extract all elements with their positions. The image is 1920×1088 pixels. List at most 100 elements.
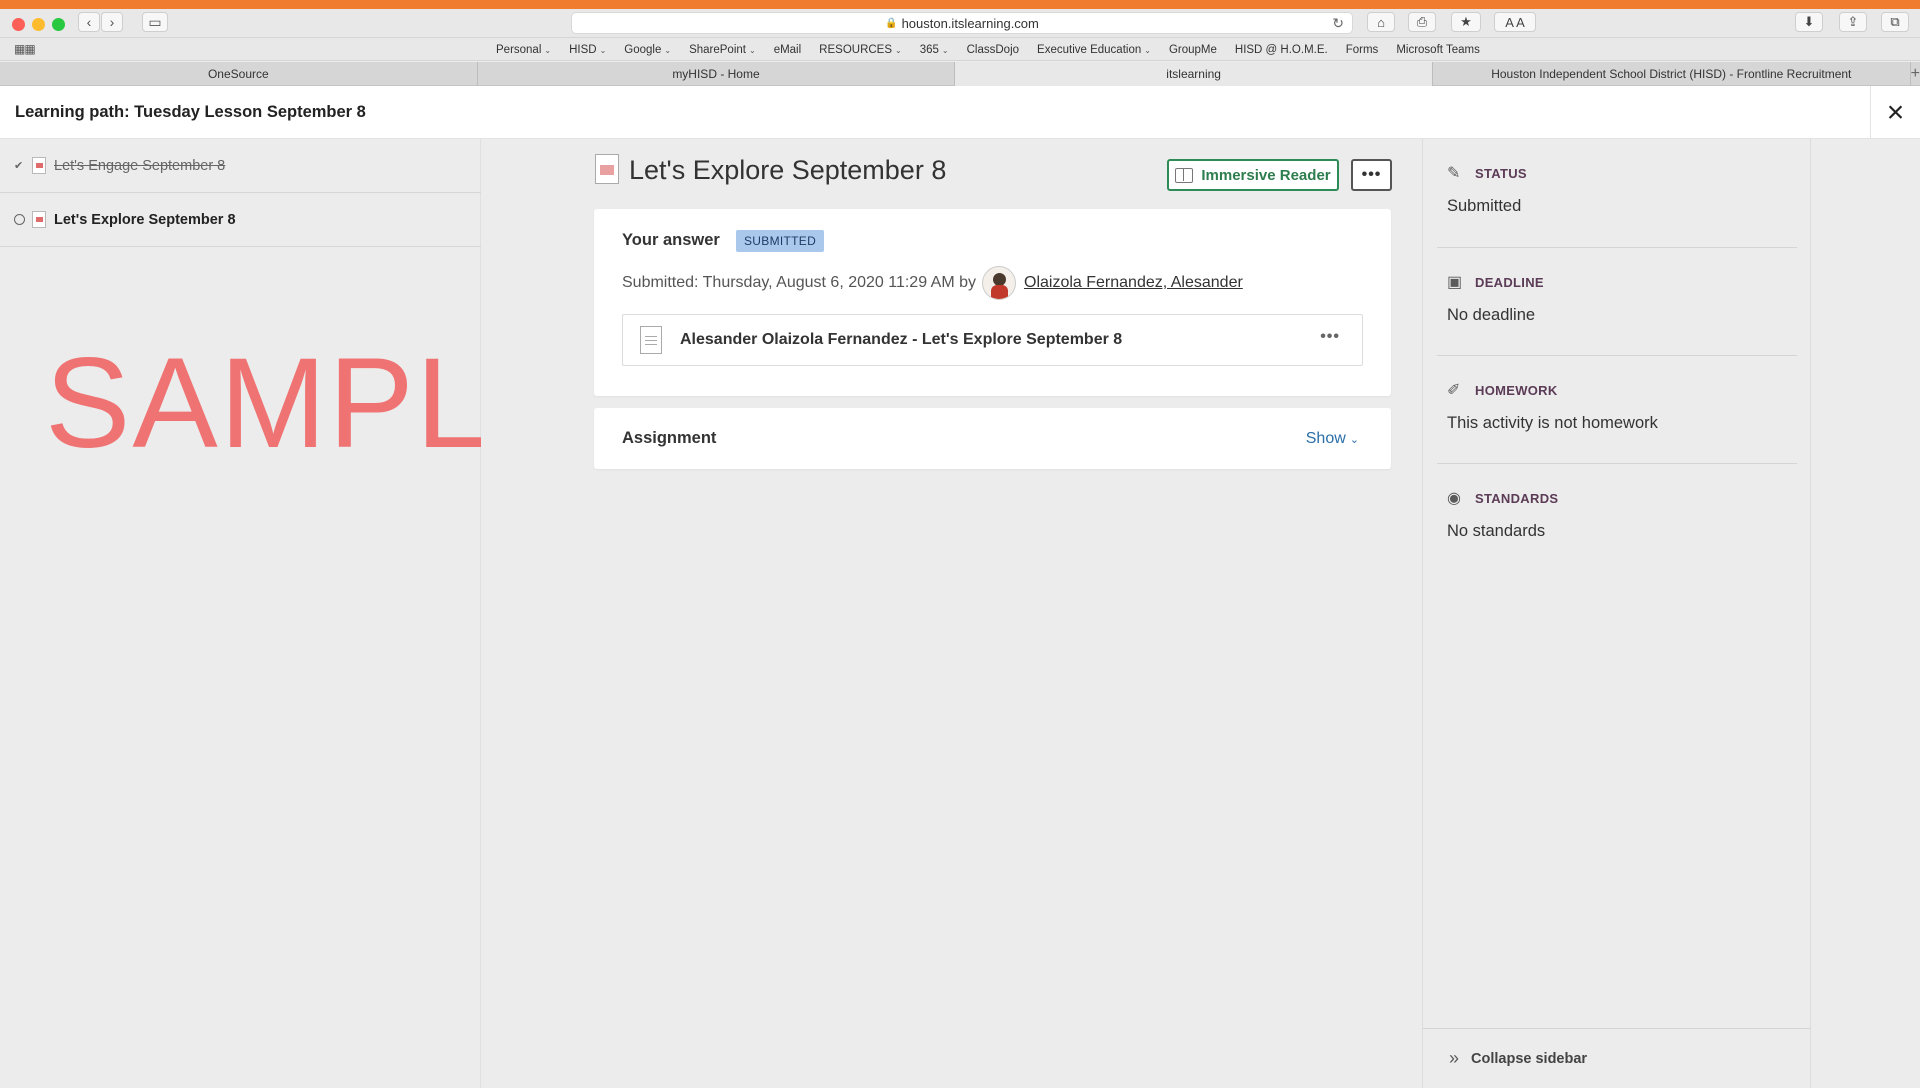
bookmark-item[interactable]: 365 ⌄ [911, 44, 958, 56]
collapse-sidebar-label: Collapse sidebar [1471, 1050, 1588, 1067]
bookmark-label: Executive Education [1037, 43, 1142, 56]
bookmark-label: Personal [496, 43, 542, 56]
show-label: Show [1305, 430, 1346, 447]
avatar [982, 266, 1016, 300]
chevron-left-icon: ‹ [86, 14, 92, 30]
minimize-window-button[interactable] [32, 18, 45, 31]
text-size-button[interactable]: A A [1494, 12, 1536, 32]
status-badge: SUBMITTED [736, 230, 825, 252]
bookmark-label: ClassDojo [966, 43, 1020, 56]
page-title: Let's Explore September 8 [629, 155, 947, 185]
home-button[interactable]: ⌂ [1367, 12, 1395, 32]
bookmark-item[interactable]: SharePoint ⌄ [680, 44, 765, 56]
show-assignment-toggle[interactable]: Show ⌄ [1306, 430, 1359, 448]
close-icon[interactable]: × [1870, 86, 1920, 139]
radio-circle-icon [14, 214, 25, 225]
bookmarks-list: Personal ⌄ HISD ⌄ Google ⌄ SharePoint ⌄ eMail RES… [487, 38, 1489, 61]
fullscreen-window-button[interactable] [52, 18, 65, 31]
bookmark-item[interactable]: Google ⌄ [615, 44, 680, 56]
bookmark-item[interactable]: Personal ⌄ [487, 44, 560, 56]
chevron-down-icon: ⌄ [895, 45, 902, 55]
section-value: No standards [1447, 522, 1546, 540]
bookmark-label: Forms [1345, 43, 1379, 56]
deadline-section: ▣ DEADLINE No deadline [1437, 248, 1797, 356]
submitted-info: Submitted: Thursday, August 6, 2020 11:2… [622, 266, 1243, 300]
immersive-reader-button[interactable]: Immersive Reader [1167, 159, 1339, 191]
chevron-down-icon: ⌄ [941, 45, 949, 55]
collapse-sidebar-button[interactable]: » Collapse sidebar [1423, 1028, 1812, 1088]
address-url: houston.itslearning.com [901, 15, 1039, 31]
file-icon [640, 326, 662, 354]
bookmark-label: Microsoft Teams [1396, 43, 1480, 56]
text-size-icon: A A [1505, 14, 1525, 30]
print-button[interactable]: ⎙ [1408, 12, 1436, 32]
bookmark-label: SharePoint [689, 43, 746, 56]
chevron-down-icon: ⌄ [1349, 434, 1359, 446]
tab-overview-button[interactable]: ⧉ [1881, 12, 1909, 32]
file-more-button[interactable]: ••• [1320, 328, 1340, 346]
browser-tab[interactable]: OneSource [0, 62, 478, 86]
homework-section: ✐ HOMEWORK This activity is not homework [1437, 356, 1797, 464]
bookmark-item[interactable]: HISD ⌄ [560, 44, 615, 56]
bookmark-button[interactable]: ★ [1451, 12, 1481, 32]
bookmark-item[interactable]: Microsoft Teams [1387, 44, 1489, 56]
list-item-label: Let's Explore September 8 [54, 211, 236, 228]
submitted-file[interactable]: Alesander Olaizola Fernandez - Let's Exp… [622, 314, 1363, 366]
assignment-card: Assignment Show ⌄ [594, 408, 1391, 469]
learning-path-list: ✔ Let's Engage September 8 Let's Explore… [0, 139, 574, 1088]
bookmark-item[interactable]: HISD @ H.O.M.E. [1226, 44, 1337, 56]
browser-tab[interactable]: myHISD - Home [478, 62, 956, 86]
star-icon: ★ [1460, 14, 1472, 29]
lock-icon: 🔒 [885, 17, 898, 29]
user-name-link[interactable]: Olaizola Fernandez, Alesander [1024, 274, 1243, 292]
reload-icon[interactable]: ↻ [1332, 15, 1344, 32]
file-name[interactable]: Alesander Olaizola Fernandez - Let's Exp… [680, 331, 1122, 349]
share-button[interactable]: ⇪ [1839, 12, 1867, 32]
learning-path-header: Learning path: Tuesday Lesson September … [0, 86, 1920, 139]
answer-card: Your answer SUBMITTED Submitted: Thursda… [594, 209, 1391, 396]
bookmark-label: 365 [919, 43, 939, 56]
bookmark-item[interactable]: eMail [765, 44, 810, 56]
list-item[interactable]: ✔ Let's Engage September 8 [0, 139, 481, 193]
target-icon: ◉ [1447, 490, 1461, 507]
section-value: No deadline [1447, 306, 1536, 324]
right-gutter [1811, 139, 1920, 1088]
bookmark-label: HISD @ H.O.M.E. [1234, 43, 1328, 56]
downloads-button[interactable]: ⬇ [1795, 12, 1823, 32]
pencil-icon: ✎ [1447, 165, 1461, 182]
sidebar-icon: ▭ [148, 13, 162, 30]
browser-toolbar: ‹ › ▭ 🔒 houston.itslearning.com ↻ ⌂ ⎙ ★ … [0, 9, 1920, 38]
download-icon: ⬇ [1803, 14, 1815, 29]
chevron-down-icon: ⌄ [748, 45, 756, 55]
document-icon [32, 157, 46, 174]
browser-tab[interactable]: itslearning [955, 62, 1433, 86]
apps-grid-icon[interactable]: ▦▦ [14, 43, 36, 56]
bookmark-item[interactable]: Executive Education ⌄ [1028, 44, 1160, 56]
list-item-label: Let's Engage September 8 [54, 157, 226, 174]
section-title: STATUS [1475, 165, 1527, 181]
browser-tab[interactable]: Houston Independent School District (HIS… [1433, 62, 1911, 86]
section-value: This activity is not homework [1447, 414, 1658, 432]
address-bar[interactable]: 🔒 houston.itslearning.com ↻ [571, 12, 1353, 34]
sidebar-toggle-button[interactable]: ▭ [142, 12, 168, 32]
bookmark-item[interactable]: RESOURCES ⌄ [810, 44, 911, 56]
new-tab-icon[interactable]: + [1911, 62, 1920, 85]
check-icon: ✔ [14, 160, 24, 172]
forward-button[interactable]: › [101, 12, 123, 32]
document-icon [32, 211, 46, 228]
bookmark-item[interactable]: Forms [1337, 44, 1388, 56]
double-chevron-right-icon: » [1449, 1048, 1460, 1068]
bookmark-label: Google [624, 43, 662, 56]
more-options-button[interactable]: ••• [1351, 159, 1392, 191]
list-item[interactable]: Let's Explore September 8 [0, 193, 481, 247]
bookmark-item[interactable]: ClassDojo [958, 44, 1028, 56]
bookmark-item[interactable]: GroupMe [1160, 44, 1226, 56]
homework-icon: ✐ [1447, 382, 1461, 399]
standards-section: ◉ STANDARDS No standards [1437, 464, 1797, 574]
answer-heading: Your answer [622, 231, 720, 249]
immersive-reader-icon [1175, 167, 1194, 183]
bookmarks-bar: ▦▦ Personal ⌄ HISD ⌄ Google ⌄ SharePoint ⌄ eMail… [0, 38, 1920, 61]
close-window-button[interactable] [12, 18, 25, 31]
back-button[interactable]: ‹ [78, 12, 100, 32]
status-section: ✎ STATUS Submitted [1437, 139, 1797, 248]
